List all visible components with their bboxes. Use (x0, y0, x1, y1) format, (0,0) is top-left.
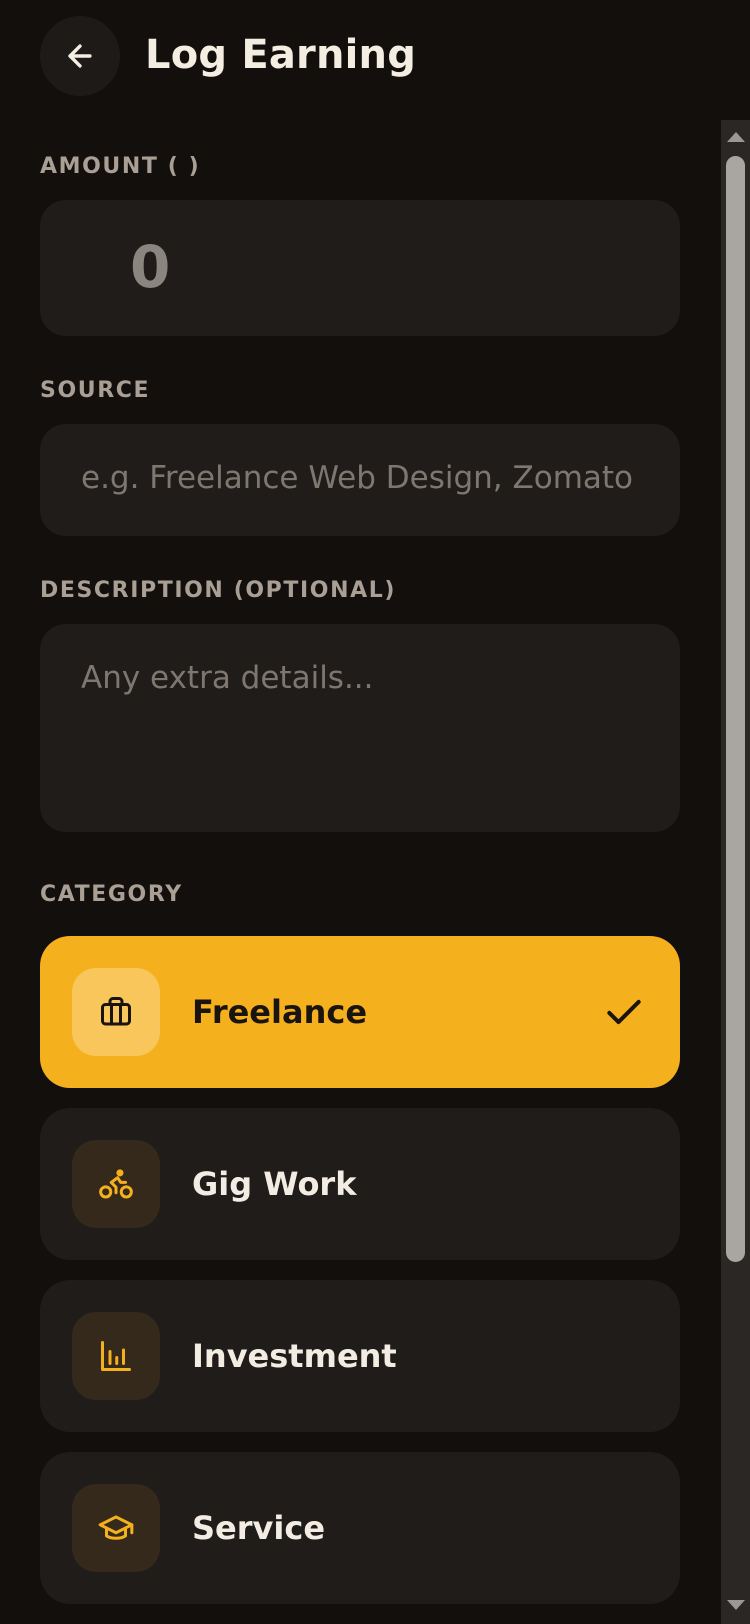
back-button[interactable] (40, 16, 120, 96)
category-label-gig-work: Gig Work (192, 1165, 357, 1203)
description-textarea[interactable]: Any extra details... (40, 624, 680, 832)
category-label-investment: Investment (192, 1337, 397, 1375)
briefcase-icon (101, 997, 131, 1026)
category-icon-box (72, 1312, 160, 1400)
graduation-cap-icon (98, 1515, 134, 1540)
category-icon-box (72, 1484, 160, 1572)
description-label: DESCRIPTION (OPTIONAL) (40, 578, 396, 603)
category-label-service: Service (192, 1509, 326, 1547)
scroll-up-arrow-icon[interactable] (727, 132, 745, 142)
amount-input[interactable]: 0 (40, 200, 680, 336)
category-option-service[interactable]: Service (40, 1452, 680, 1604)
category-option-freelance[interactable]: Freelance (40, 936, 680, 1088)
bar-chart-icon (101, 1341, 131, 1371)
app-window: Log Earning AMOUNT ( ) 0 SOURCE e.g. Fre… (0, 0, 750, 1624)
scrollbar-thumb[interactable] (726, 156, 745, 1262)
amount-value: 0 (130, 233, 171, 301)
header: Log Earning (0, 0, 720, 112)
page-title: Log Earning (145, 32, 417, 78)
category-label-freelance: Freelance (192, 993, 368, 1031)
amount-label: AMOUNT ( ) (40, 154, 201, 179)
bike-icon (99, 1169, 133, 1199)
source-label: SOURCE (40, 378, 151, 403)
check-icon (607, 999, 641, 1025)
description-placeholder: Any extra details... (81, 660, 374, 696)
source-placeholder: e.g. Freelance Web Design, Zomato Delive… (81, 460, 643, 496)
category-option-gig-work[interactable]: Gig Work (40, 1108, 680, 1260)
category-option-investment[interactable]: Investment (40, 1280, 680, 1432)
source-input[interactable]: e.g. Freelance Web Design, Zomato Delive… (40, 424, 680, 536)
scroll-down-arrow-icon[interactable] (727, 1600, 745, 1610)
arrow-left-icon (68, 44, 92, 68)
category-icon-box (72, 1140, 160, 1228)
scrollbar[interactable] (721, 120, 750, 1624)
category-label: CATEGORY (40, 882, 183, 907)
category-icon-box (72, 968, 160, 1056)
